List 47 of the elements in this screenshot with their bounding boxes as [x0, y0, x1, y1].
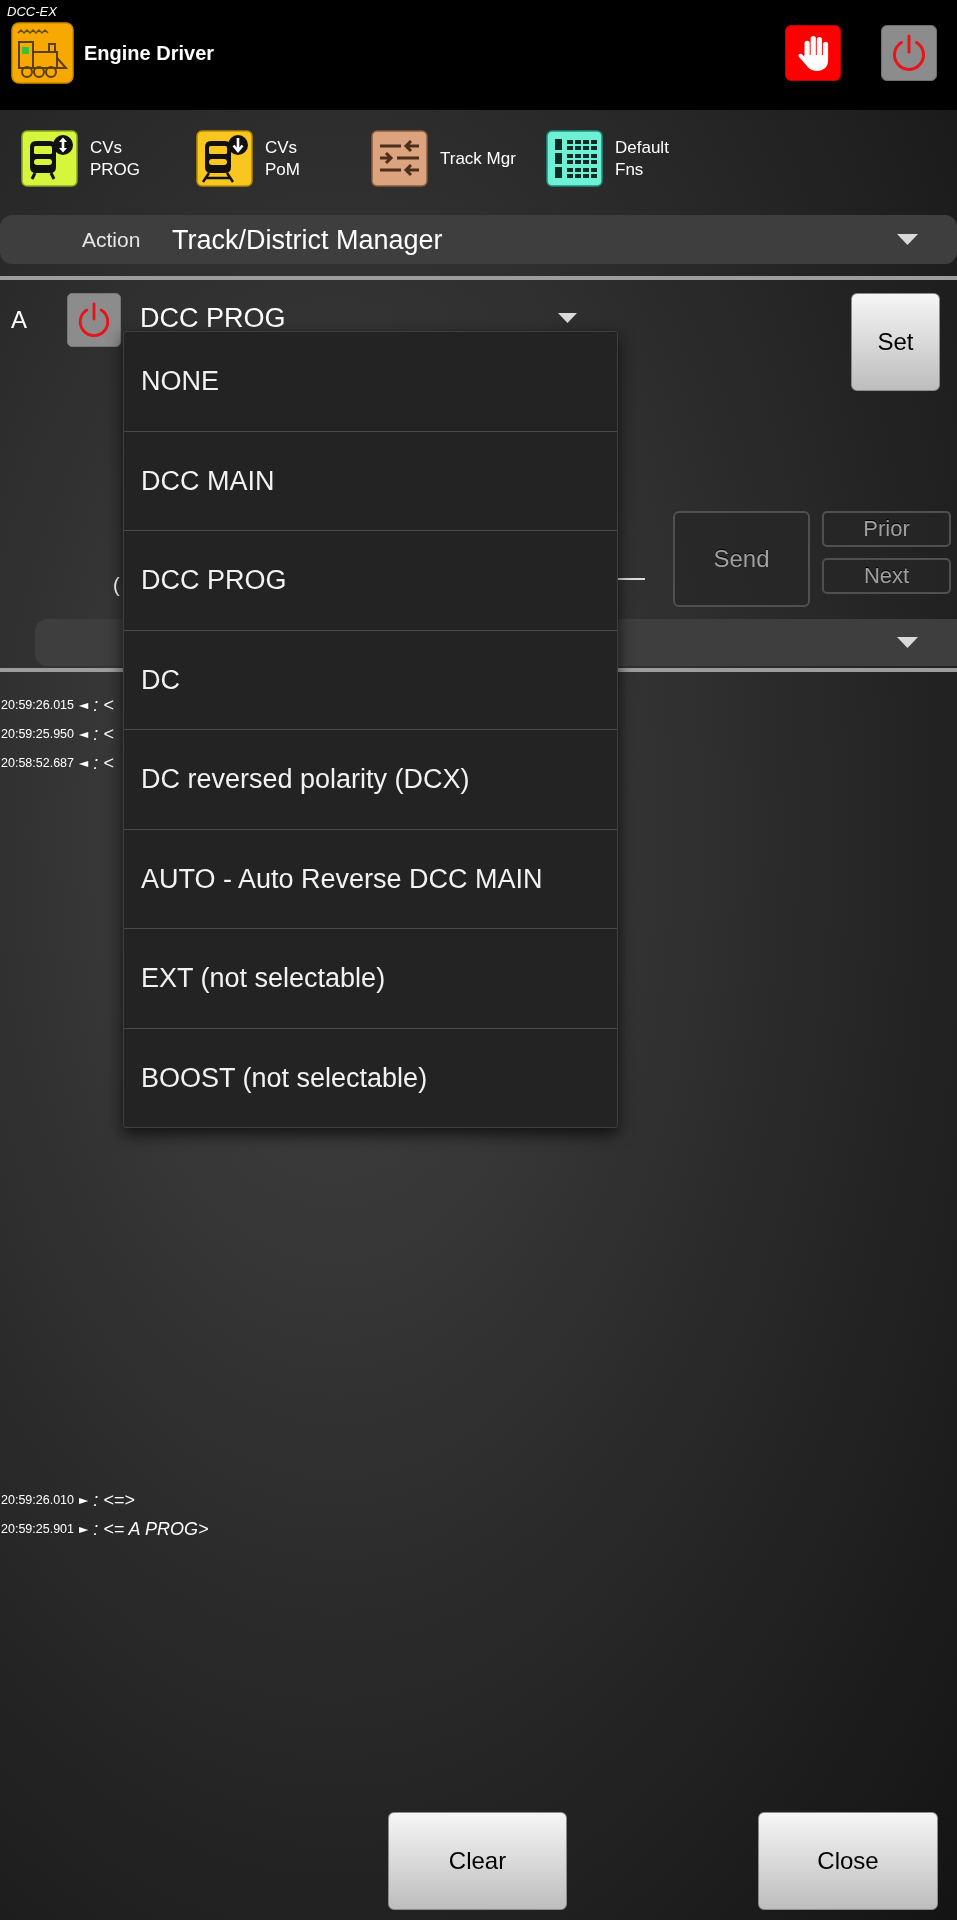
brand-label: DCC-EX: [7, 4, 57, 20]
caret-icon: [558, 313, 577, 323]
menu-item[interactable]: BOOST (not selectable): [124, 1027, 617, 1127]
menu-item[interactable]: AUTO - Auto Reverse DCC MAIN: [124, 828, 617, 928]
toolbar-button[interactable]: CVs PROG: [21, 130, 141, 187]
direction-marker: ◄: [79, 697, 89, 712]
menu-item[interactable]: DC reversed polarity (DCX): [124, 729, 617, 829]
power-button[interactable]: [881, 25, 937, 81]
menu-item[interactable]: EXT (not selectable): [124, 928, 617, 1028]
log-message: : <= A PROG>: [93, 1517, 209, 1540]
caret-icon: [897, 637, 918, 648]
log-timestamp: 20:59:25.901: [1, 1520, 74, 1537]
log-timestamp: 20:59:26.015: [1, 696, 74, 713]
toolbar-button[interactable]: Default Fns: [546, 130, 669, 187]
toolbar-button[interactable]: Track Mgr: [371, 130, 516, 187]
log-timestamp: 20:59:26.010: [1, 1491, 74, 1508]
clear-button[interactable]: Clear: [388, 1812, 567, 1910]
direction-marker: ►: [79, 1492, 89, 1507]
menu-item[interactable]: DCC PROG: [124, 530, 617, 630]
close-button[interactable]: Close: [758, 1812, 938, 1910]
log-message: : <=>: [93, 1488, 135, 1511]
toolbar-button[interactable]: CVs PoM: [196, 130, 300, 187]
direction-marker: ►: [79, 1521, 89, 1536]
grid-icon: [546, 130, 603, 187]
menu-item[interactable]: DC: [124, 629, 617, 729]
menu-item[interactable]: DCC MAIN: [124, 430, 617, 530]
log-message: : <: [93, 693, 114, 716]
track-mode-dropdown[interactable]: DCC PROG: [140, 306, 577, 330]
action-label: Action: [82, 226, 141, 253]
log-message: : <: [93, 722, 114, 745]
hand-icon: [796, 34, 830, 72]
log-timestamp: 20:58:52.687: [1, 754, 74, 771]
action-dropdown[interactable]: Track/District Manager: [172, 215, 957, 264]
menu-item[interactable]: NONE: [124, 332, 617, 431]
app-title: Engine Driver: [84, 41, 215, 65]
locomotive-logo-icon: [11, 22, 74, 84]
direction-marker: ◄: [79, 755, 89, 770]
stop-button[interactable]: [785, 25, 841, 81]
sliders-arrows-icon: [371, 130, 428, 187]
track-letter: A: [11, 306, 27, 334]
set-button[interactable]: Set: [851, 293, 940, 391]
track-power-button[interactable]: [67, 293, 121, 347]
caret-icon: [897, 234, 918, 245]
log-timestamp: 20:59:25.950: [1, 725, 74, 742]
log-message: : <: [93, 751, 114, 774]
direction-marker: ◄: [79, 726, 89, 741]
partial-label: (: [113, 574, 120, 596]
